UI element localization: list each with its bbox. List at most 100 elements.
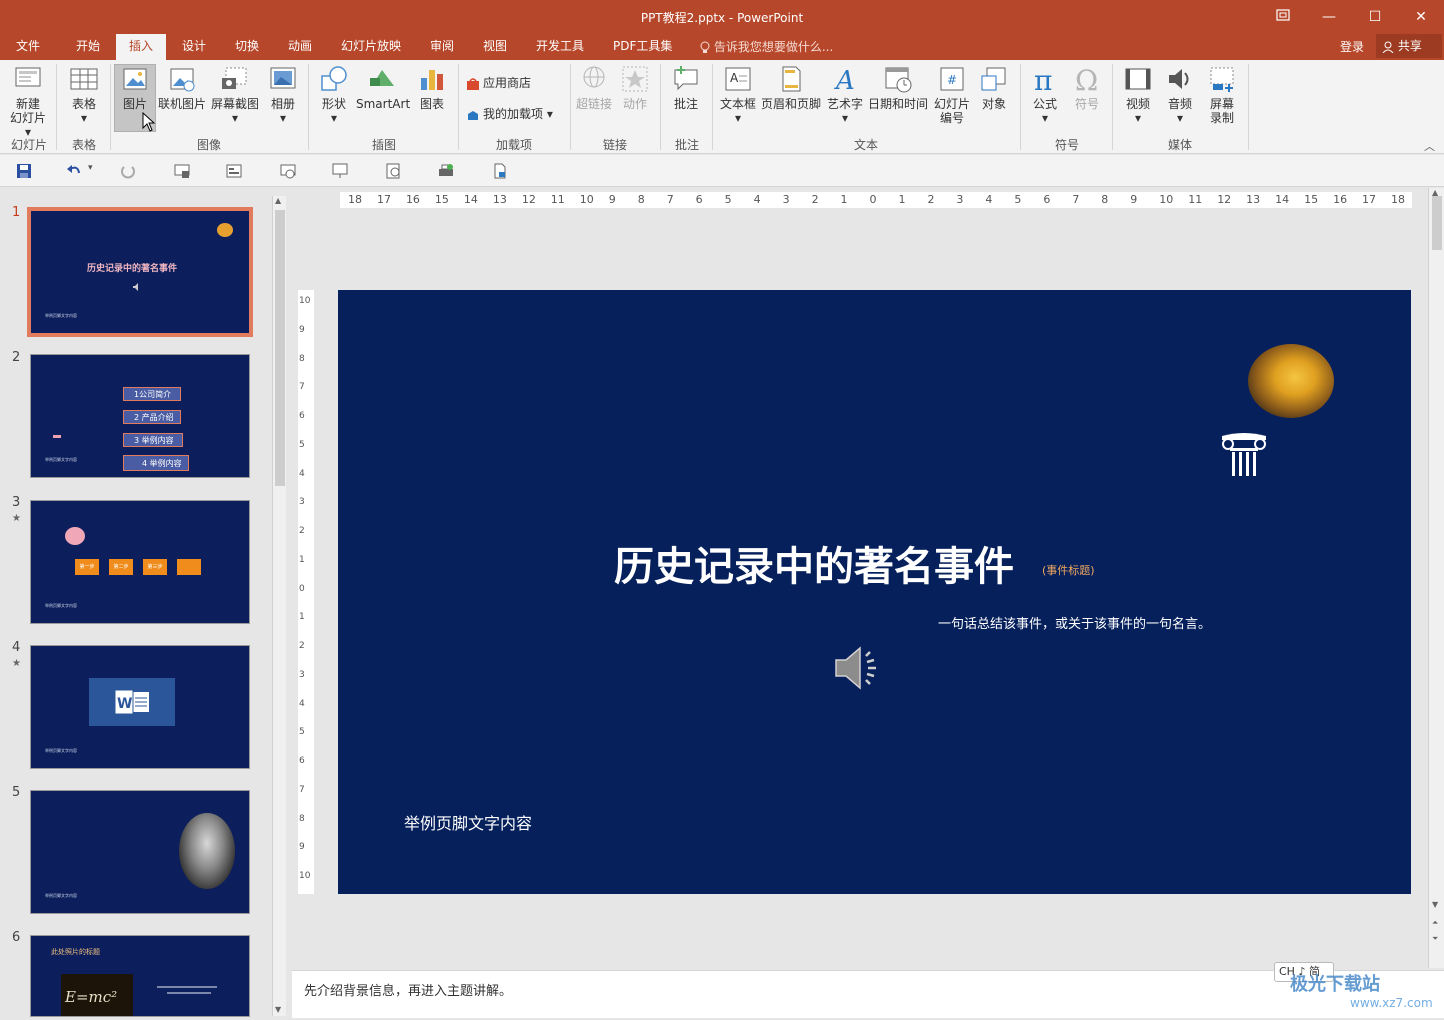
tab-developer[interactable]: 开发工具 bbox=[532, 34, 588, 60]
screenshot-button[interactable]: 屏幕截图 ▾ bbox=[208, 64, 262, 125]
collapse-ribbon-icon[interactable]: ︿ bbox=[1424, 138, 1435, 154]
thumb3-step-3: 第三步 bbox=[143, 559, 167, 575]
thumb6-text-line bbox=[167, 992, 211, 994]
object-button[interactable]: 对象 bbox=[976, 64, 1012, 111]
login-link[interactable]: 登录 bbox=[1340, 38, 1364, 55]
lightbulb-icon bbox=[700, 41, 710, 53]
tab-file[interactable]: 文件 bbox=[12, 34, 44, 60]
slide-number-label-2: 编号 bbox=[939, 111, 964, 125]
tab-review[interactable]: 审阅 bbox=[426, 34, 458, 60]
slide-canvas[interactable]: 历史记录中的著名事件 (事件标题) 一句话总结该事件，或关于该事件的一句名言。 … bbox=[338, 290, 1411, 894]
mouse-cursor-icon bbox=[142, 112, 156, 132]
symbol-button[interactable]: Ω 符号 bbox=[1068, 64, 1106, 111]
ruler-tick-label: 10 bbox=[299, 871, 311, 882]
smartart-button[interactable]: SmartArt bbox=[356, 64, 410, 111]
store-button[interactable]: 应用商店 bbox=[466, 74, 531, 91]
thumbnail-scrollbar[interactable]: ▲ ▼ bbox=[272, 196, 286, 1016]
print-icon[interactable] bbox=[438, 163, 454, 179]
tab-view[interactable]: 视图 bbox=[479, 34, 511, 60]
action-button[interactable]: 动作 bbox=[616, 64, 654, 111]
table-button[interactable]: 表格 ▾ bbox=[62, 64, 106, 125]
notes-text[interactable]: 先介绍背景信息，再进入主题讲解。 bbox=[304, 980, 512, 999]
slide-thumbnail-3[interactable]: 第一步 第二步 第三步 举例页脚文字内容 bbox=[30, 500, 250, 624]
leaf-photo[interactable] bbox=[1248, 344, 1334, 418]
hyperlink-button[interactable]: 超链接 bbox=[574, 64, 614, 111]
new-slide-button[interactable]: 新建 幻灯片 ▾ bbox=[6, 64, 50, 139]
preview-icon[interactable] bbox=[386, 163, 402, 179]
save-icon[interactable] bbox=[16, 163, 32, 179]
video-button[interactable]: 视频 ▾ bbox=[1118, 64, 1158, 125]
tab-animations[interactable]: 动画 bbox=[284, 34, 316, 60]
undo-icon[interactable] bbox=[66, 163, 82, 179]
equation-label: 公式 bbox=[1032, 97, 1057, 111]
ruler-tick-label: 11 bbox=[550, 193, 565, 206]
my-addins-button[interactable]: 我的加载项 ▾ bbox=[466, 105, 553, 122]
textbox-button[interactable]: A 文本框 ▾ bbox=[718, 64, 758, 125]
present-icon[interactable] bbox=[280, 163, 296, 179]
slide-number-button[interactable]: # 幻灯片 编号 bbox=[930, 64, 974, 125]
from-beginning-icon[interactable] bbox=[174, 163, 190, 179]
audio-speaker-icon[interactable] bbox=[834, 646, 882, 690]
presenter-icon[interactable] bbox=[332, 163, 348, 179]
maximize-button[interactable]: ☐ bbox=[1352, 4, 1398, 30]
shapes-icon bbox=[321, 66, 347, 91]
minimize-button[interactable]: — bbox=[1306, 4, 1352, 30]
editor-scroll-thumb[interactable] bbox=[1432, 196, 1442, 250]
action-label: 动作 bbox=[622, 97, 647, 111]
slide-thumbnail-2[interactable]: 1公司简介 2 产品介绍 3 举例内容 4 举例内容 举例页脚文字内容 bbox=[30, 354, 250, 478]
chart-button[interactable]: 图表 bbox=[412, 64, 452, 111]
audio-label: 音频 bbox=[1167, 97, 1192, 111]
shapes-button[interactable]: 形状 ▾ bbox=[314, 64, 354, 125]
redo-icon[interactable] bbox=[120, 163, 136, 179]
ruler-tick-label: 18 bbox=[1391, 193, 1406, 206]
wordart-button[interactable]: A 艺术字 ▾ bbox=[824, 64, 866, 125]
layout-icon[interactable] bbox=[226, 163, 242, 179]
tab-home[interactable]: 开始 bbox=[72, 34, 104, 60]
slide-thumbnail-1[interactable]: 历史记录中的著名事件 举例页脚文字内容 bbox=[27, 207, 253, 337]
equation-button[interactable]: π 公式 ▾ bbox=[1026, 64, 1064, 125]
tab-transitions[interactable]: 切换 bbox=[231, 34, 263, 60]
tab-insert[interactable]: 插入 bbox=[116, 34, 166, 60]
slide-title[interactable]: 历史记录中的著名事件 bbox=[614, 534, 1014, 592]
undo-dropdown-icon[interactable]: ▾ bbox=[88, 163, 93, 173]
datetime-button[interactable]: 日期和时间 bbox=[866, 64, 930, 111]
pillar-icon[interactable] bbox=[1220, 430, 1268, 478]
tell-me-box[interactable]: 告诉我您想要做什么... bbox=[700, 38, 833, 55]
slide-number-icon: # bbox=[940, 67, 964, 91]
restore-icon[interactable] bbox=[1260, 4, 1306, 30]
slide-subtitle[interactable]: 一句话总结该事件，或关于该事件的一句名言。 bbox=[938, 613, 1211, 632]
album-button[interactable]: 相册 ▾ bbox=[264, 64, 302, 125]
comment-button[interactable]: 批注 bbox=[666, 64, 706, 111]
slide-thumbnail-4[interactable]: W 举例页脚文字内容 bbox=[30, 645, 250, 769]
new-file-icon[interactable] bbox=[492, 163, 508, 179]
shapes-label: 形状 bbox=[321, 97, 346, 111]
close-button[interactable]: ✕ bbox=[1398, 4, 1444, 30]
scroll-down-icon[interactable]: ▼ bbox=[275, 1005, 281, 1014]
slide-thumbnail-5[interactable]: 举例页脚文字内容 bbox=[30, 790, 250, 914]
slide-footer[interactable]: 举例页脚文字内容 bbox=[404, 810, 532, 834]
thumb5-footer: 举例页脚文字内容 bbox=[45, 893, 77, 898]
slide-thumbnail-6[interactable]: 此处照片的标题 E=mc² bbox=[30, 935, 250, 1017]
audio-button[interactable]: 音频 ▾ bbox=[1160, 64, 1200, 125]
scroll-down-icon[interactable]: ▼ bbox=[1432, 900, 1438, 909]
notes-pane[interactable]: 先介绍背景信息，再进入主题讲解。 bbox=[292, 970, 1444, 1018]
share-button[interactable]: 共享 bbox=[1376, 34, 1442, 58]
next-slide-icon[interactable]: ⏷ bbox=[1432, 934, 1438, 944]
thumbnail-scroll-thumb[interactable] bbox=[275, 210, 285, 486]
scroll-up-icon[interactable]: ▲ bbox=[275, 196, 281, 205]
thumb6-formula-image: E=mc² bbox=[61, 974, 133, 1016]
picture-button[interactable]: 图片 bbox=[114, 64, 156, 111]
header-footer-button[interactable]: 页眉和页脚 bbox=[760, 64, 822, 111]
tab-slideshow[interactable]: 幻灯片放映 bbox=[337, 34, 405, 60]
screen-record-button[interactable]: 屏幕 录制 bbox=[1202, 64, 1242, 125]
editor-scrollbar[interactable]: ▲ ▼ ⏶ ⏷ bbox=[1428, 188, 1444, 968]
tab-pdf-tools[interactable]: PDF工具集 bbox=[609, 34, 676, 60]
ruler-tick-label: 12 bbox=[1217, 193, 1232, 206]
previous-slide-icon[interactable]: ⏶ bbox=[1432, 918, 1438, 928]
tab-design[interactable]: 设计 bbox=[178, 34, 210, 60]
online-picture-button[interactable]: 联机图片 bbox=[158, 64, 206, 111]
svg-text:A: A bbox=[730, 71, 739, 85]
event-title-tag[interactable]: (事件标题) bbox=[1042, 562, 1095, 578]
my-addins-label: 我的加载项 bbox=[483, 107, 544, 121]
omega-icon: Ω bbox=[1075, 64, 1098, 94]
